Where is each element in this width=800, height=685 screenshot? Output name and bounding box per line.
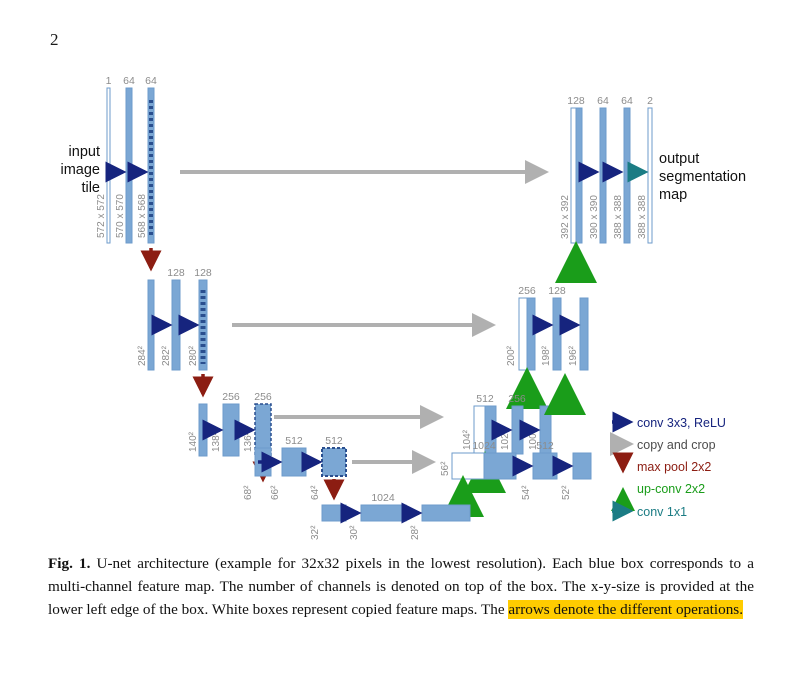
feature-box xyxy=(147,87,155,244)
output-label-line-1: output xyxy=(659,151,699,167)
output-feature-box xyxy=(647,107,653,244)
size-label: 136² xyxy=(243,431,254,452)
caption-highlighted-text: arrows denote the different operations. xyxy=(508,600,744,620)
channel-label: 128 xyxy=(548,285,566,297)
channel-label: 1024 xyxy=(371,492,395,504)
feature-box xyxy=(360,504,407,522)
level-2-decoder: 256 200² 128 198² 196² xyxy=(506,285,589,371)
channel-label: 64 xyxy=(597,95,609,107)
channel-label: 128 xyxy=(567,95,585,107)
size-label: 66² xyxy=(270,485,281,500)
channel-label: 1024 xyxy=(472,440,496,452)
bottleneck-row: 32² 1024 30² 28² xyxy=(310,492,471,540)
feature-box xyxy=(106,87,111,244)
channel-label: 512 xyxy=(285,435,303,447)
level-2-encoder: 284² 128 282² 128 280² xyxy=(137,267,212,371)
feature-box xyxy=(421,504,471,522)
channel-label: 2 xyxy=(647,95,653,107)
feature-box xyxy=(575,107,583,244)
channel-label: 64 xyxy=(621,95,633,107)
channel-label: 512 xyxy=(476,393,494,405)
output-annotation: output segmentation map xyxy=(659,151,746,203)
channel-label: 128 xyxy=(167,267,185,279)
size-label: 570 x 570 xyxy=(115,194,126,238)
input-annotation: input image tile xyxy=(61,144,101,196)
input-label-line-1: input xyxy=(69,144,100,160)
feature-box xyxy=(599,107,607,244)
size-label: 200² xyxy=(506,345,517,366)
feature-box xyxy=(198,403,208,457)
feature-box xyxy=(526,297,536,371)
size-label: 392 x 392 xyxy=(560,195,571,239)
level-1-encoder: 1 572 x 572 64 570 x 570 64 568 x 568 xyxy=(96,75,157,244)
channel-label: 256 xyxy=(518,285,536,297)
figure-caption: Fig. 1. U-net architecture (example for … xyxy=(48,552,754,621)
size-label: 140² xyxy=(188,431,199,452)
feature-box xyxy=(483,452,517,480)
channel-label: 256 xyxy=(222,391,240,403)
size-label: 390 x 390 xyxy=(589,195,600,239)
level-3-encoder: 140² 256 138² 256 136² xyxy=(188,391,272,457)
size-label: 388 x 388 xyxy=(637,195,648,239)
level-1-decoder: 128 392 x 392 64 390 x 390 64 388 x 388 … xyxy=(560,95,653,244)
legend-label-conv1x1: conv 1x1 xyxy=(637,505,687,519)
feature-box xyxy=(171,279,181,371)
size-label: 280² xyxy=(188,345,199,366)
legend-label-maxpool: max pool 2x2 xyxy=(637,460,711,474)
feature-box xyxy=(222,403,240,457)
feature-box xyxy=(125,87,133,244)
channel-label: 64 xyxy=(123,75,135,87)
size-label: 28² xyxy=(410,525,421,540)
size-label: 64² xyxy=(310,485,321,500)
size-label: 102² xyxy=(500,429,511,450)
feature-box xyxy=(552,297,562,371)
feature-box xyxy=(281,447,307,477)
size-label: 30² xyxy=(349,525,360,540)
size-label: 32² xyxy=(310,525,321,540)
input-label-line-2: image xyxy=(61,162,101,178)
size-label: 282² xyxy=(161,345,172,366)
output-label-line-2: segmentation xyxy=(659,169,746,185)
size-label: 54² xyxy=(521,485,532,500)
legend-label-conv3x3: conv 3x3, ReLU xyxy=(637,416,726,430)
feature-box xyxy=(579,297,589,371)
channel-label: 512 xyxy=(325,435,343,447)
legend-label-copy-crop: copy and crop xyxy=(637,438,716,452)
size-label: 572 x 572 xyxy=(96,194,107,238)
copied-feature-box xyxy=(518,297,528,371)
channel-label: 128 xyxy=(194,267,212,279)
feature-box xyxy=(572,452,592,480)
feature-box xyxy=(147,279,155,371)
size-label: 568 x 568 xyxy=(137,194,148,238)
feature-box xyxy=(623,107,631,244)
size-label: 196² xyxy=(568,345,579,366)
copied-feature-box xyxy=(451,452,485,480)
channel-label: 1 xyxy=(106,75,112,87)
output-label-line-3: map xyxy=(659,187,687,203)
legend-label-upconv: up-conv 2x2 xyxy=(637,482,705,496)
size-label: 284² xyxy=(137,345,148,366)
channel-label: 256 xyxy=(508,393,526,405)
channel-label: 512 xyxy=(536,440,554,452)
feature-box xyxy=(321,504,347,522)
copied-feature-box xyxy=(570,107,577,244)
size-label: 52² xyxy=(561,485,572,500)
caption-figure-label: Fig. 1. xyxy=(48,555,91,572)
feature-box xyxy=(511,405,524,455)
channel-label: 64 xyxy=(145,75,157,87)
size-label: 388 x 388 xyxy=(613,195,624,239)
size-label: 138² xyxy=(211,431,222,452)
size-label: 56² xyxy=(440,461,451,476)
feature-box xyxy=(321,447,347,477)
legend: conv 3x3, ReLU copy and crop max pool 2x… xyxy=(610,411,726,522)
channel-label: 256 xyxy=(254,391,272,403)
size-label: 198² xyxy=(541,345,552,366)
input-label-line-3: tile xyxy=(81,180,100,196)
feature-box xyxy=(532,452,558,480)
unet-architecture-figure: 1 572 x 572 64 570 x 570 64 568 x 568 in… xyxy=(0,0,800,545)
size-label: 68² xyxy=(243,485,254,500)
